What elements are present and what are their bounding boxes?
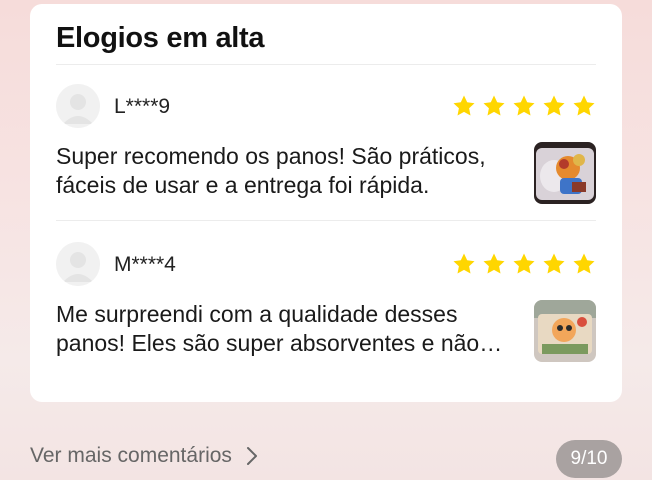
star-icon	[483, 95, 505, 116]
star-icon	[573, 95, 595, 116]
star-icon	[543, 95, 565, 116]
section-title: Elogios em alta	[56, 22, 265, 54]
divider	[56, 220, 596, 221]
avatar	[56, 242, 100, 286]
see-more-comments-link[interactable]: Ver mais comentários	[30, 444, 258, 468]
review-photo-thumbnail[interactable]	[534, 142, 596, 204]
star-rating	[452, 94, 596, 118]
star-icon	[543, 253, 565, 274]
review-username: L****9	[114, 95, 171, 118]
star-icon	[483, 253, 505, 274]
review-text: Super recomendo os panos! São práticos, …	[56, 143, 486, 198]
review-username: M****4	[114, 253, 176, 276]
review-photo-thumbnail[interactable]	[534, 300, 596, 362]
divider	[56, 64, 596, 65]
chevron-right-icon	[246, 447, 257, 465]
star-icon	[513, 95, 535, 116]
review-item[interactable]: M****4 Me surpreendi com a qualidade des…	[30, 242, 622, 392]
star-icon	[573, 253, 595, 274]
praise-card: Elogios em alta L****9 Super recomendo o…	[30, 4, 622, 402]
star-icon	[513, 253, 535, 274]
page-indicator: 9/10	[556, 440, 622, 478]
review-item[interactable]: L****9 Super recomendo os panos! São prá…	[30, 84, 622, 234]
star-icon	[453, 253, 475, 274]
star-icon	[453, 95, 475, 116]
review-text: Me surpreendi com a qualidade desses pan…	[56, 301, 480, 356]
avatar	[56, 84, 100, 128]
see-more-label: Ver mais comentários	[30, 444, 232, 467]
star-rating	[452, 252, 596, 276]
